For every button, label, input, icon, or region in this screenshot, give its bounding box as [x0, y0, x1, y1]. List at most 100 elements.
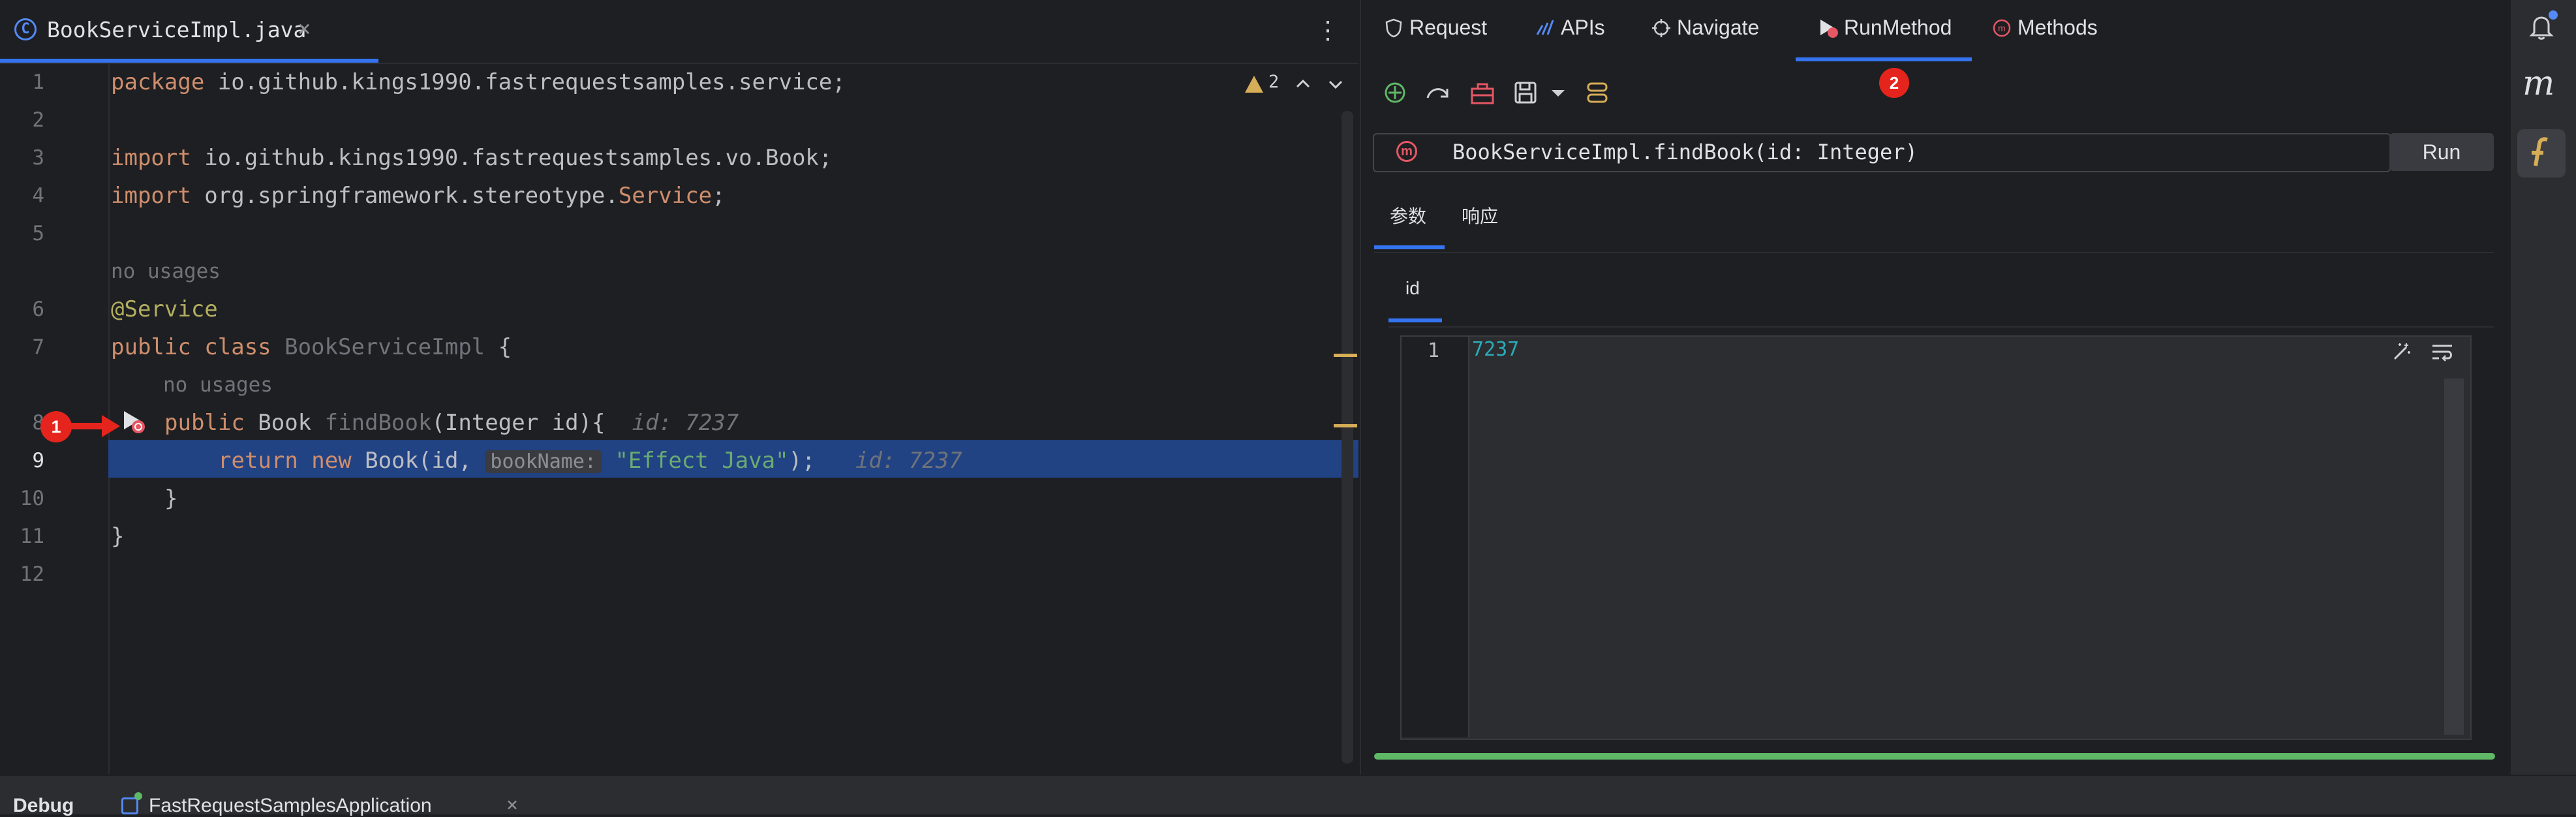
param-value-editor[interactable] [1400, 335, 2472, 740]
usages-hint[interactable]: no usages [163, 373, 273, 397]
debug-session-tab[interactable]: FastRequestSamplesApplication [149, 795, 432, 817]
line-number: 6 [32, 298, 44, 321]
toolbox-icon[interactable] [1468, 78, 1497, 107]
keyword: public class [111, 334, 271, 360]
toggles-icon[interactable] [1583, 78, 1612, 107]
param-editor-gutter [1402, 337, 1469, 737]
line-number: 4 [32, 184, 44, 208]
more-options-icon[interactable]: ⋮ [1315, 16, 1340, 44]
tab-params[interactable]: 参数 [1390, 202, 1426, 228]
line-number: 1 [1428, 339, 1440, 362]
service-class-ref: Service [618, 183, 713, 209]
line-number: 1 [32, 70, 44, 94]
param-value[interactable]: 7237 [1472, 338, 1519, 361]
crosshair-icon [1652, 19, 1670, 37]
keyword: package [111, 69, 205, 95]
tab-apis[interactable]: APIs [1535, 16, 1605, 40]
method-params: (Integer id){ [431, 410, 606, 436]
chevron-up-icon[interactable] [1295, 76, 1311, 93]
semicolon: ); [788, 448, 816, 474]
warning-count[interactable]: 2 [1268, 72, 1279, 92]
debug-value-hint: id: 7237 [855, 448, 962, 474]
running-indicator-dot [134, 792, 142, 800]
tab-runmethod[interactable]: RunMethod [1818, 16, 1952, 40]
annotation-arrow [70, 423, 104, 429]
keyword: import [111, 145, 191, 171]
target-icon[interactable] [1381, 78, 1409, 107]
code-line-3: import io.github.kings1990.fastrequestsa… [111, 145, 832, 171]
progress-bar [1374, 753, 2495, 760]
code-line-6: @Service [111, 296, 218, 322]
error-stripe-mark[interactable] [1334, 424, 1357, 427]
tab-response[interactable]: 响应 [1462, 202, 1498, 228]
dropdown-arrow-icon[interactable] [1544, 78, 1572, 107]
keyword: import [111, 183, 191, 209]
run-button[interactable]: Run [2389, 133, 2494, 171]
magic-wand-icon[interactable] [2391, 341, 2413, 363]
class-name: BookServiceImpl [271, 334, 485, 360]
tab-param-id[interactable]: id [1405, 278, 1420, 299]
keyword: public [164, 410, 245, 436]
error-stripe-mark[interactable] [1334, 354, 1357, 357]
class-icon: C [14, 18, 37, 40]
chevron-down-icon[interactable] [1327, 76, 1344, 93]
method-icon: m [1396, 141, 1417, 162]
run-method-icon [1820, 20, 1838, 38]
tab-methods[interactable]: m Methods [1991, 16, 2098, 40]
line-number: 7 [32, 335, 44, 359]
tab-label: Methods [2017, 16, 2098, 39]
active-sub-tab-indicator [1374, 245, 1445, 249]
string-literal: "Effect Java" [615, 448, 789, 474]
shield-icon [1385, 18, 1402, 38]
request-sub-tabs [1374, 200, 2494, 253]
line-number-current: 9 [32, 449, 44, 472]
annotation-badge-1: 1 [40, 411, 72, 442]
semicolon: ; [712, 183, 726, 209]
tab-label: Request [1409, 16, 1488, 39]
close-tab-icon[interactable]: × [298, 16, 311, 42]
warning-icon[interactable] [1245, 76, 1263, 93]
code-line-11: } [111, 523, 124, 549]
method-name: findBook [324, 410, 432, 436]
active-param-indicator [1388, 318, 1442, 322]
brace: } [111, 523, 125, 549]
debug-value-hint: id: 7237 [632, 410, 739, 436]
parameter-inlay-hint: bookName: [485, 450, 602, 473]
usages-hint[interactable]: no usages [111, 260, 221, 283]
code-line-10: } [164, 486, 177, 512]
method-signature: BookServiceImpl.findBook(id: Integer) [1452, 140, 1918, 164]
right-tool-strip [2509, 0, 2576, 775]
fast-request-icon[interactable] [2517, 129, 2566, 177]
import-path: io.github.kings1990.fastrequestsamples.v… [191, 145, 833, 171]
save-icon[interactable] [1511, 78, 1540, 107]
line-number: 10 [20, 487, 44, 510]
maven-icon[interactable]: m [2522, 64, 2554, 103]
line-number: 3 [32, 146, 44, 170]
tab-request[interactable]: Request [1383, 16, 1487, 40]
redo-icon[interactable] [1424, 78, 1452, 107]
annotation-badge-2: 2 [1879, 68, 1909, 98]
brace: { [485, 334, 512, 360]
tab-navigate[interactable]: Navigate [1651, 16, 1759, 40]
brace: } [164, 486, 178, 512]
param-editor-scrollbar[interactable] [2444, 378, 2464, 735]
code-line-9: return new Book(id, bookName: "Effect Ja… [218, 448, 962, 474]
debug-tool-label[interactable]: Debug [13, 795, 74, 817]
code-line-7: public class BookServiceImpl { [111, 334, 512, 360]
line-number: 11 [20, 525, 44, 548]
constructor-call: Book(id, [351, 448, 485, 474]
annotation-arrow-head [102, 415, 120, 437]
import-path: org.springframework.stereotype. [191, 183, 619, 209]
tab-label: Navigate [1677, 16, 1760, 39]
active-tab-indicator [1796, 57, 1972, 61]
notification-dot [2549, 10, 2558, 20]
tab-label: APIs [1561, 16, 1605, 39]
editor-tab-label: BookServiceImpl.java [47, 17, 307, 42]
line-number: 5 [32, 222, 44, 245]
editor-scrollbar[interactable] [1342, 111, 1353, 763]
run-method-gutter-icon[interactable] [120, 408, 146, 435]
line-number: 8 [32, 411, 44, 435]
method-icon: m [1993, 19, 2011, 37]
soft-wrap-icon[interactable] [2430, 341, 2455, 363]
param-tabs [1388, 274, 2494, 328]
